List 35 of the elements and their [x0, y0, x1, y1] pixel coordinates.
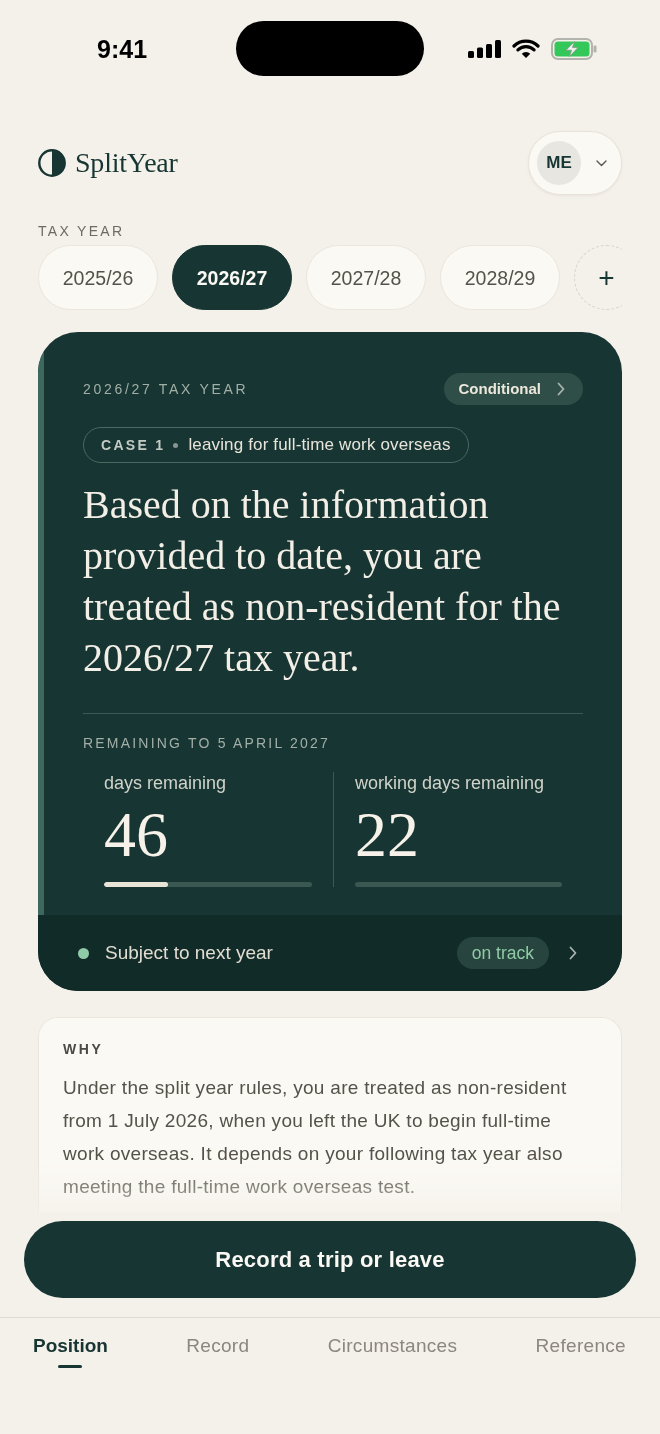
profile-menu-button[interactable]: ME — [528, 131, 622, 195]
separator-dot-icon — [173, 442, 179, 448]
record-trip-button[interactable]: Record a trip or leave — [24, 1221, 636, 1298]
year-tab[interactable]: 2026/27 — [172, 245, 292, 310]
section-label: REMAINING TO 5 APRIL 2027 — [83, 735, 330, 751]
row-label: Subject to next year — [105, 942, 273, 964]
stat-value: 22 — [355, 801, 419, 869]
status-badge: on track — [456, 937, 549, 969]
status-button[interactable]: Conditional — [443, 373, 583, 405]
wifi-icon — [512, 38, 540, 59]
chevron-right-icon — [557, 382, 565, 396]
half-circle-logo-icon — [38, 149, 66, 177]
case-number: CASE 1 — [101, 436, 166, 454]
next-year-row[interactable]: Subject to next year on track — [38, 915, 622, 991]
section-label: TAX YEAR — [38, 223, 125, 239]
signal-icon — [468, 39, 501, 58]
case-description: leaving for full-time work overseas — [188, 435, 451, 455]
chevron-right-icon — [569, 946, 577, 960]
year-tab[interactable]: 2025/26 — [38, 245, 158, 310]
status-dot-icon — [78, 947, 89, 959]
card-heading: WHY — [63, 1041, 104, 1057]
app-logo-text: SplitYear — [75, 147, 178, 179]
avatar: ME — [537, 141, 581, 185]
year-tab[interactable]: 2028/29 — [440, 245, 560, 310]
year-tab[interactable]: 2027/28 — [306, 245, 426, 310]
stat-value: 46 — [104, 801, 168, 869]
residence-statement: Based on the information provided to date, you are treated as non-resident for the 2026/27 tax year. — [83, 481, 562, 682]
nav-tab[interactable]: Position — [33, 1318, 108, 1368]
stat-label: days remaining — [104, 772, 227, 794]
battery-charging-icon — [551, 37, 597, 60]
card-eyebrow: 2026/27 TAX YEAR — [83, 381, 249, 397]
chevron-down-icon — [596, 159, 607, 167]
status-time: 9:41 — [97, 34, 148, 63]
explanation-text: Under the split year rules, you are treated as non-resident from 1 July 2026, when you left the UK to begin full-time work overseas. It depends on your following tax year also meeting the full-time work overseas test. — [63, 1076, 568, 1199]
stat-label: working days remaining — [355, 772, 545, 794]
